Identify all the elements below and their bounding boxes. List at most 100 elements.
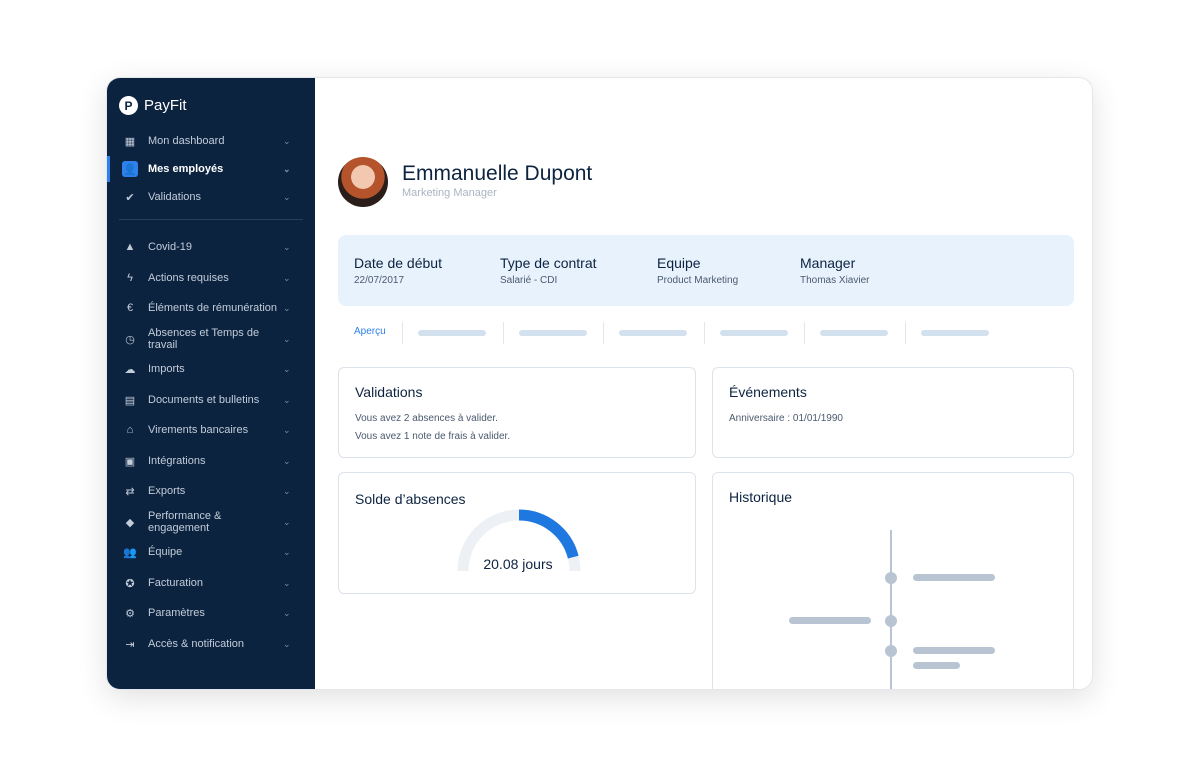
sidebar-item-label: Imports bbox=[148, 363, 185, 375]
chevron-down-icon[interactable]: ⌄ bbox=[283, 486, 297, 497]
sidebar-item-elements-de-remuneration[interactable]: € Éléments de rémunération ⌄ bbox=[107, 295, 315, 321]
validations-card: Validations Vous avez 2 absences à valid… bbox=[338, 367, 696, 458]
payfit-logo-icon: P bbox=[119, 96, 138, 115]
sidebar-item-parametres[interactable]: ⚙ Paramètres ⌄ bbox=[107, 600, 315, 626]
sidebar-item-label: Accès & notification bbox=[148, 638, 244, 650]
history-card: Historique bbox=[712, 472, 1074, 689]
tab-placeholder[interactable] bbox=[519, 330, 587, 336]
tab-placeholder[interactable] bbox=[921, 330, 989, 336]
tab-apercu[interactable]: Aperçu bbox=[354, 326, 386, 337]
tabs: Aperçu bbox=[338, 322, 1074, 346]
dashboard-icon: ▦ bbox=[124, 135, 136, 148]
info-label: Date de début bbox=[354, 255, 442, 271]
team-icon: 👥 bbox=[123, 546, 137, 559]
chevron-down-icon[interactable]: ⌄ bbox=[283, 242, 297, 253]
info-label: Equipe bbox=[657, 255, 701, 271]
avatar bbox=[338, 157, 388, 207]
sidebar-item-equipe[interactable]: 👥 Équipe ⌄ bbox=[107, 539, 315, 565]
chevron-down-icon[interactable]: ⌄ bbox=[283, 517, 297, 528]
info-value: Thomas Xiavier bbox=[800, 275, 870, 286]
arrows-icon: ⇄ bbox=[125, 485, 135, 498]
sidebar-item-absences-et-temps-de-travail[interactable]: ◷ Absences et Temps de travail ⌄ bbox=[107, 326, 315, 352]
sidebar-item-exports[interactable]: ⇄ Exports ⌄ bbox=[107, 478, 315, 504]
info-team: Equipe Product Marketing bbox=[657, 255, 738, 286]
tab-placeholder[interactable] bbox=[418, 330, 486, 336]
sidebar-item-imports[interactable]: ☁ Imports ⌄ bbox=[107, 356, 315, 382]
tab-divider bbox=[402, 322, 403, 344]
sidebar-item-label: Documents et bulletins bbox=[148, 394, 260, 406]
chevron-down-icon[interactable]: ⌄ bbox=[283, 364, 297, 375]
star-icon: ✪ bbox=[125, 577, 135, 590]
employee-name: Emmanuelle Dupont bbox=[402, 162, 593, 185]
sidebar-item-label: Covid-19 bbox=[148, 241, 193, 253]
timeline-placeholder bbox=[913, 662, 960, 669]
chevron-down-icon[interactable]: ⌄ bbox=[283, 164, 297, 175]
info-value: Salarié - CDI bbox=[500, 275, 558, 286]
sidebar-divider bbox=[119, 219, 303, 220]
chevron-down-icon[interactable]: ⌄ bbox=[283, 578, 297, 589]
sidebar-item-mon-dashboard[interactable]: ▦ Mon dashboard ⌄ bbox=[107, 128, 315, 154]
tab-divider bbox=[503, 322, 504, 344]
app-name: PayFit bbox=[144, 97, 187, 114]
sidebar-item-documents-et-bulletins[interactable]: ▤ Documents et bulletins ⌄ bbox=[107, 387, 315, 413]
sidebar-item-validations[interactable]: ✔ Validations ⌄ bbox=[107, 184, 315, 210]
sidebar-item-label: Facturation bbox=[148, 577, 204, 589]
chevron-down-icon[interactable]: ⌄ bbox=[283, 192, 297, 203]
tab-divider bbox=[603, 322, 604, 344]
validation-line[interactable]: Vous avez 1 note de frais à valider. bbox=[355, 431, 510, 442]
chevron-down-icon[interactable]: ⌄ bbox=[283, 303, 297, 314]
sidebar-item-covid-19[interactable]: ▲ Covid-19 ⌄ bbox=[107, 234, 315, 260]
info-contract: Type de contrat Salarié - CDI bbox=[500, 255, 597, 286]
sidebar-item-label: Validations bbox=[148, 191, 201, 203]
event-line: Anniversaire : 01/01/1990 bbox=[729, 413, 843, 424]
app-window: P PayFit ▦ Mon dashboard ⌄ 👤 Mes employés ⌄ ✔ Va… bbox=[106, 77, 1093, 690]
chevron-down-icon[interactable]: ⌄ bbox=[283, 608, 297, 619]
info-start-date: Date de début 22/07/2017 bbox=[354, 255, 442, 286]
sidebar-item-label: Exports bbox=[148, 485, 186, 497]
timeline-dot bbox=[885, 615, 897, 627]
sidebar-item-label: Absences et Temps de travail bbox=[148, 327, 260, 351]
chevron-down-icon[interactable]: ⌄ bbox=[283, 273, 297, 284]
sidebar-item-facturation[interactable]: ✪ Facturation ⌄ bbox=[107, 570, 315, 596]
absence-balance-card: Solde d’absences 20.08 jours bbox=[338, 472, 696, 594]
chevron-down-icon[interactable]: ⌄ bbox=[283, 639, 297, 650]
tab-placeholder[interactable] bbox=[820, 330, 888, 336]
bank-icon: ⌂ bbox=[126, 424, 134, 436]
sidebar-item-virements-bancaires[interactable]: ⌂ Virements bancaires ⌄ bbox=[107, 417, 315, 443]
card-title: Solde d’absences bbox=[355, 491, 466, 507]
timeline-placeholder bbox=[789, 617, 871, 624]
employee-role: Marketing Manager bbox=[402, 187, 497, 199]
sidebar: P PayFit ▦ Mon dashboard ⌄ 👤 Mes employés ⌄ ✔ Va… bbox=[107, 78, 315, 689]
tab-divider bbox=[804, 322, 805, 344]
payfit-logo[interactable]: P PayFit bbox=[119, 96, 187, 115]
info-value: Product Marketing bbox=[657, 275, 739, 286]
sidebar-item-integrations[interactable]: ▣ Intégrations ⌄ bbox=[107, 448, 315, 474]
sidebar-item-label: Éléments de rémunération bbox=[148, 302, 278, 314]
sidebar-item-label: Équipe bbox=[148, 546, 183, 558]
widgets-icon: ◆ bbox=[125, 516, 135, 529]
sidebar-item-actions-requises[interactable]: ϟ Actions requises ⌄ bbox=[107, 265, 315, 291]
sidebar-item-performance-engagement[interactable]: ◆ Performance & engagement ⌄ bbox=[107, 509, 315, 535]
timeline-placeholder bbox=[913, 647, 995, 654]
chevron-down-icon[interactable]: ⌄ bbox=[283, 136, 297, 147]
sidebar-item-label: Mes employés bbox=[148, 163, 224, 175]
login-icon: ⇥ bbox=[125, 638, 135, 651]
sidebar-item-acces-notification[interactable]: ⇥ Accès & notification ⌄ bbox=[107, 631, 315, 657]
chevron-down-icon[interactable]: ⌄ bbox=[283, 395, 297, 406]
timeline-dot bbox=[885, 572, 897, 584]
sidebar-item-mes-employes[interactable]: 👤 Mes employés ⌄ bbox=[107, 156, 315, 182]
chevron-down-icon[interactable]: ⌄ bbox=[283, 456, 297, 467]
tab-placeholder[interactable] bbox=[619, 330, 687, 336]
timeline-dot bbox=[885, 645, 897, 657]
employee-info-panel: Date de début 22/07/2017 Type de contrat S… bbox=[338, 235, 1074, 306]
sidebar-item-label: Intégrations bbox=[148, 455, 206, 467]
chevron-down-icon[interactable]: ⌄ bbox=[283, 334, 297, 345]
tab-placeholder[interactable] bbox=[720, 330, 788, 336]
gear-icon: ⚙ bbox=[125, 607, 135, 620]
info-manager: Manager Thomas Xiavier bbox=[800, 255, 869, 286]
warning-icon: ▲ bbox=[124, 241, 136, 253]
chevron-down-icon[interactable]: ⌄ bbox=[283, 425, 297, 436]
chevron-down-icon[interactable]: ⌄ bbox=[283, 547, 297, 558]
sidebar-item-label: Actions requises bbox=[148, 272, 229, 284]
validation-line[interactable]: Vous avez 2 absences à valider. bbox=[355, 413, 498, 424]
